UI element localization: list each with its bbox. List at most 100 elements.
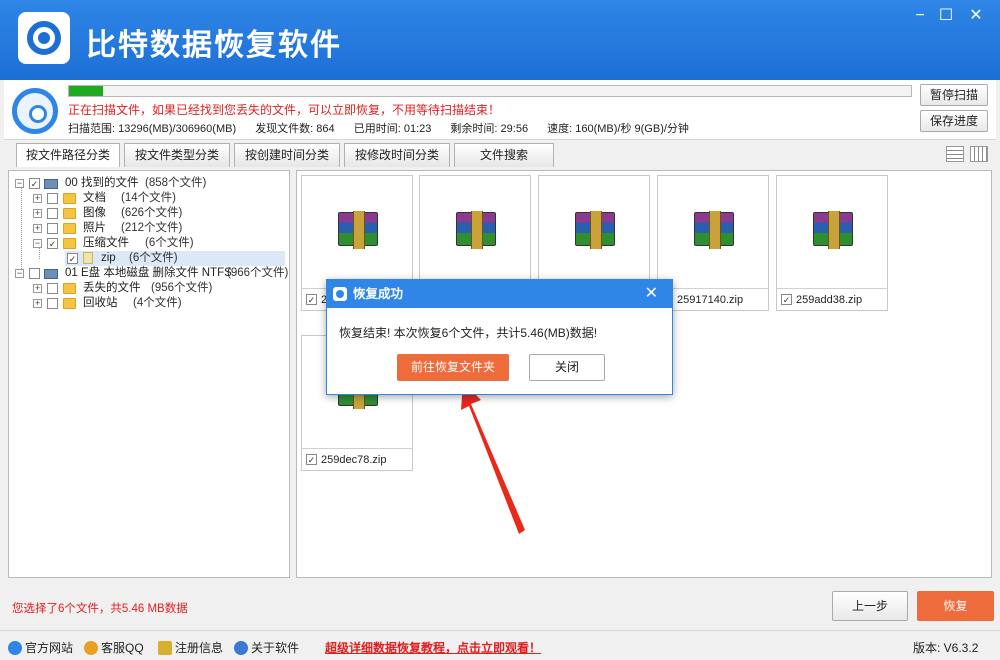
file-card[interactable]: ✓25917140.zip [657, 175, 769, 311]
scan-progress-bar [68, 85, 912, 97]
files-found: 发现文件数: 864 [255, 123, 335, 135]
key-icon [158, 641, 172, 655]
recovery-success-dialog: 恢复成功 ✕ 恢复结束! 本次恢复6个文件，共计5.46(MB)数据! 前往恢复… [326, 279, 673, 395]
drive-icon [44, 269, 58, 279]
collapse-icon[interactable]: − [33, 239, 42, 248]
tree-node-images[interactable]: + 图像 (626个文件) [33, 206, 283, 221]
expand-icon[interactable]: + [33, 194, 42, 203]
file-name: 259dec78.zip [321, 454, 387, 466]
ie-icon [8, 641, 22, 655]
pause-scan-button[interactable]: 暂停扫描 [920, 84, 988, 106]
tab-by-modified[interactable]: 按修改时间分类 [344, 143, 450, 167]
official-site-link[interactable]: 官方网站 [8, 639, 73, 656]
folder-icon [63, 298, 76, 309]
rar-archive-icon [694, 211, 734, 249]
tree-label: 丢失的文件 [83, 282, 141, 294]
info-icon [234, 641, 248, 655]
about-software-link[interactable]: 关于软件 [234, 639, 299, 656]
tree-count: (626个文件) [121, 207, 183, 219]
scan-message: 正在扫描文件，如果已经找到您丢失的文件，可以立即恢复，不用等待扫描结束！ [68, 103, 501, 117]
close-icon[interactable]: ✕ [964, 6, 988, 26]
tree-count: (6个文件) [129, 252, 178, 264]
list-view-icon[interactable] [946, 146, 964, 162]
annotation-arrow [461, 382, 525, 534]
tree-label: 压缩文件 [83, 237, 129, 249]
app-title: 比特数据恢复软件 [86, 29, 342, 62]
scan-panel: 正在扫描文件，如果已经找到您丢失的文件，可以立即恢复，不用等待扫描结束！ 扫描范… [4, 80, 996, 140]
support-qq-label: 客服QQ [101, 641, 144, 655]
tree-node-drive-e[interactable]: − 01 E盘 本地磁盘 删除文件 NTFS (966个文件) [15, 266, 289, 281]
register-info-link[interactable]: 注册信息 [158, 639, 223, 656]
expand-icon[interactable]: + [33, 209, 42, 218]
tree-node-docs[interactable]: + 文档 (14个文件) [33, 191, 283, 206]
zip-folder-icon [83, 252, 93, 264]
tree-label: zip [101, 252, 116, 264]
tree-count: (6个文件) [145, 237, 194, 249]
tree-checkbox[interactable] [47, 208, 58, 219]
tree-node-zip[interactable]: ✓ zip (6个文件) [65, 251, 285, 266]
dialog-message: 恢复结束! 本次恢复6个文件，共计5.46(MB)数据! [339, 326, 598, 340]
tree-label: 回收站 [83, 297, 118, 309]
dialog-header: 恢复成功 ✕ [327, 280, 672, 308]
tree-node-archives[interactable]: − ✓ 压缩文件 (6个文件) [33, 236, 283, 251]
dialog-title: 恢复成功 [353, 287, 404, 301]
tree-label: 01 E盘 本地磁盘 删除文件 NTFS [65, 267, 232, 279]
support-qq-link[interactable]: 客服QQ [84, 639, 144, 656]
tree-checkbox[interactable]: ✓ [29, 178, 40, 189]
save-progress-button[interactable]: 保存进度 [920, 110, 988, 132]
register-info-label: 注册信息 [175, 641, 224, 655]
elapsed-time: 已用时间: 01:23 [353, 123, 432, 135]
tree-checkbox[interactable] [29, 268, 40, 279]
minimize-icon[interactable]: − [908, 6, 932, 26]
tree-count: (956个文件) [151, 282, 213, 294]
tree-label: 图像 [83, 207, 106, 219]
scan-progress-fill [69, 86, 103, 96]
tab-file-search[interactable]: 文件搜索 [454, 143, 554, 167]
recover-button[interactable]: 恢复 [917, 591, 994, 621]
tree-checkbox[interactable] [47, 193, 58, 204]
folder-tree: − ✓ 00 找到的文件 (858个文件) + 文档 (14个文件) + 图像 … [8, 170, 290, 578]
collapse-icon[interactable]: − [15, 179, 24, 188]
file-card[interactable]: ✓ 259add38.zip [776, 175, 888, 311]
tree-checkbox[interactable] [47, 298, 58, 309]
folder-icon [63, 208, 76, 219]
tab-by-type[interactable]: 按文件类型分类 [124, 143, 230, 167]
tab-by-path[interactable]: 按文件路径分类 [16, 143, 120, 167]
tree-node-found[interactable]: − ✓ 00 找到的文件 (858个文件) [15, 176, 285, 191]
dialog-close-button[interactable]: 关闭 [529, 354, 605, 381]
tree-checkbox[interactable]: ✓ [67, 253, 78, 264]
dialog-close-icon[interactable]: ✕ [645, 280, 658, 308]
rar-archive-icon [813, 211, 853, 249]
tree-checkbox[interactable] [47, 283, 58, 294]
tree-node-lost[interactable]: + 丢失的文件 (956个文件) [33, 281, 283, 296]
tree-count: (966个文件) [227, 267, 289, 279]
tree-label: 文档 [83, 192, 106, 204]
expand-icon[interactable]: + [33, 284, 42, 293]
tree-count: (4个文件) [133, 297, 182, 309]
expand-icon[interactable]: + [33, 299, 42, 308]
tree-node-recycle[interactable]: + 回收站 (4个文件) [33, 296, 283, 311]
tutorial-link[interactable]: 超级详细数据恢复教程，点击立即观看！ [325, 639, 541, 656]
file-checkbox[interactable]: ✓ [306, 293, 317, 305]
file-checkbox[interactable]: ✓ [306, 453, 317, 465]
open-recovery-folder-button[interactable]: 前往恢复文件夹 [397, 354, 509, 381]
tab-by-created[interactable]: 按创建时间分类 [234, 143, 340, 167]
thumbnail-view-icon[interactable] [970, 146, 988, 162]
remaining-time: 剩余时间: 29:56 [450, 123, 529, 135]
tree-checkbox[interactable]: ✓ [47, 238, 58, 249]
folder-icon [63, 193, 76, 204]
rar-archive-icon [575, 211, 615, 249]
file-name: 25917140.zip [677, 294, 744, 306]
file-checkbox[interactable]: ✓ [781, 293, 792, 305]
collapse-icon[interactable]: − [15, 269, 24, 278]
tree-checkbox[interactable] [47, 223, 58, 234]
selection-summary: 您选择了6个文件，共5.46 MB数据 [12, 603, 188, 615]
previous-step-button[interactable]: 上一步 [832, 591, 908, 621]
tree-node-photos[interactable]: + 照片 (212个文件) [33, 221, 283, 236]
scan-range: 扫描范围: 13296(MB)/306960(MB) [68, 123, 237, 135]
scan-speed: 速度: 160(MB)/秒 9(GB)/分钟 [547, 123, 689, 135]
tree-label: 00 找到的文件 [65, 177, 139, 189]
app-logo-icon [333, 287, 347, 301]
expand-icon[interactable]: + [33, 224, 42, 233]
maximize-icon[interactable]: ☐ [934, 6, 958, 26]
